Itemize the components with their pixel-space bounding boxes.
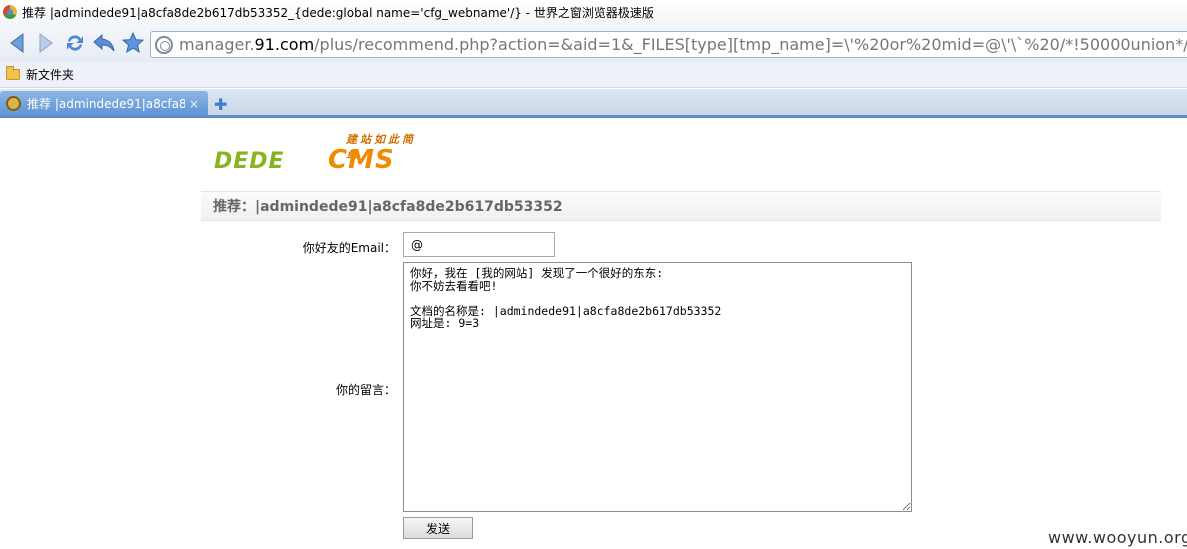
tab-bar: 推荐 |admindede91|a8cfa8de2b617db53352 × ✚ (0, 89, 1187, 118)
back-arrow-icon (10, 33, 24, 53)
forward-button[interactable] (33, 28, 59, 58)
url-prefix: manager. (179, 35, 255, 54)
logo-text-cms: CMS (328, 145, 395, 175)
email-label: 你好友的Email： (302, 241, 396, 255)
browser-logo-icon (3, 5, 17, 19)
title-bar: 推荐 |admindede91|a8cfa8de2b617db53352_{de… (0, 0, 1187, 24)
tab-recommend[interactable]: 推荐 |admindede91|a8cfa8de2b617db53352 × (0, 91, 208, 116)
page-content: 建站如此简单 DEDE CMS 推荐：|admindede91|a8cfa8de… (0, 121, 1187, 549)
message-label: 你的留言： (335, 383, 396, 397)
url-text[interactable]: manager.91.com/plus/recommend.php?action… (179, 35, 1187, 54)
back-button[interactable] (4, 28, 30, 58)
logo-text-dede: DEDE (214, 149, 285, 174)
forward-arrow-icon (39, 33, 53, 53)
send-button[interactable]: 发送 (403, 517, 473, 539)
page-heading-bar: 推荐：|admindede91|a8cfa8de2b617db53352 (201, 191, 1161, 221)
email-field[interactable] (403, 232, 555, 257)
close-icon[interactable]: × (189, 97, 199, 111)
tab-label: 推荐 |admindede91|a8cfa8de2b617db53352 (27, 97, 185, 111)
url-path: /plus/recommend.php?action=&aid=1&_FILES… (314, 35, 1187, 54)
browser-window: 推荐 |admindede91|a8cfa8de2b617db53352_{de… (0, 0, 1187, 549)
address-bar[interactable]: manager.91.com/plus/recommend.php?action… (150, 31, 1187, 58)
refresh-button[interactable] (62, 28, 88, 58)
refresh-icon (67, 35, 83, 51)
star-icon (121, 31, 145, 54)
favorites-button[interactable] (120, 28, 146, 58)
message-textarea[interactable]: 你好，我在 [我的网站] 发现了一个很好的东东: 你不妨去看看吧! 文档的名称是… (403, 262, 912, 512)
page-title: 推荐：|admindede91|a8cfa8de2b617db53352 (213, 199, 563, 215)
bookmark-folder-new[interactable]: 新文件夹 (26, 66, 74, 83)
window-title: 推荐 |admindede91|a8cfa8de2b617db53352_{de… (22, 5, 654, 20)
new-tab-icon[interactable]: ✚ (214, 95, 227, 114)
globe-icon (155, 35, 173, 54)
bookmarks-bar: 新文件夹 (0, 62, 1187, 88)
folder-icon (6, 66, 20, 80)
undo-close-tab-button[interactable] (91, 28, 117, 58)
watermark-text: www.wooyun.org (1048, 528, 1187, 547)
url-domain: 91.com (254, 35, 315, 54)
dedecms-logo[interactable]: 建站如此简单 DEDE CMS (214, 131, 428, 175)
undo-arrow-icon (93, 33, 115, 52)
navigation-bar: manager.91.com/plus/recommend.php?action… (0, 24, 1187, 62)
dedecms-favicon-icon (6, 96, 21, 111)
